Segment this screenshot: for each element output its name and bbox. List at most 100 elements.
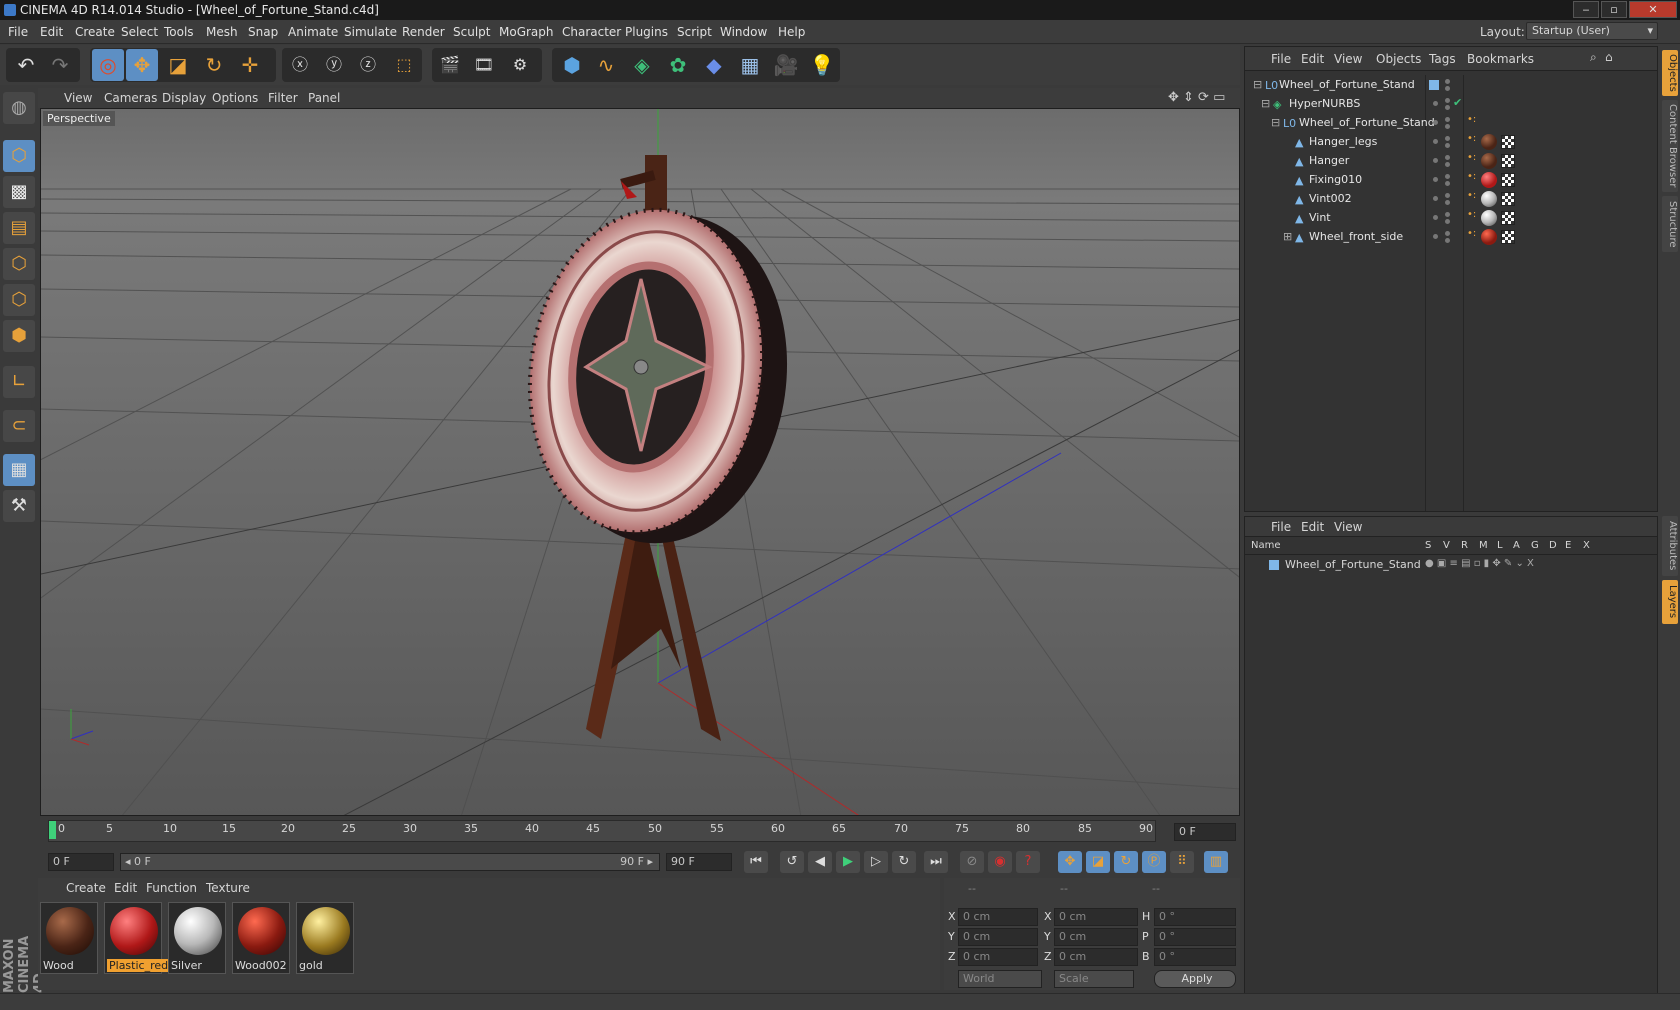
phong-tag-icon[interactable]: •: — [1467, 133, 1476, 144]
axis-mode-icon[interactable]: ∟ — [3, 366, 35, 398]
make-editable-icon[interactable]: ◍ — [3, 92, 35, 124]
object-row[interactable]: ⊞ ▲ Wheel_front_side •: — [1245, 227, 1657, 247]
size-x-field[interactable]: 0 cm — [1054, 908, 1138, 926]
material-swatch[interactable]: gold — [296, 902, 354, 974]
material-menu-create[interactable]: Create — [66, 881, 106, 895]
menu-script[interactable]: Script — [677, 25, 712, 39]
key-rotation-icon[interactable]: ↻ — [1114, 851, 1138, 873]
render-picture-viewer-icon[interactable]: 🎞 — [468, 49, 500, 81]
object-menu-bookmarks[interactable]: Bookmarks — [1467, 52, 1534, 66]
subdivision-icon[interactable]: ◈ — [626, 49, 658, 81]
timeline-window-icon[interactable]: ▥ — [1204, 851, 1228, 873]
rotation-h-field[interactable]: 0 ° — [1154, 908, 1236, 926]
viewport-menu-display[interactable]: Display — [162, 91, 206, 105]
goto-end-icon[interactable]: ⏭ — [924, 851, 948, 873]
live-selection-icon[interactable]: ◎ — [92, 49, 124, 81]
coordinate-system-icon[interactable]: ⬚ — [388, 49, 420, 81]
position-y-field[interactable]: 0 cm — [958, 928, 1038, 946]
uvw-tag-icon[interactable] — [1501, 230, 1515, 244]
layer-flags-icon[interactable]: ● ▣ ≡ ▤ ▫ ▮ ✥ ✎ ⌄ X — [1425, 558, 1534, 569]
layout-select[interactable]: Startup (User) ▾ — [1526, 22, 1658, 40]
apply-button[interactable]: Apply — [1154, 970, 1236, 988]
menu-tools[interactable]: Tools — [164, 25, 194, 39]
menu-simulate[interactable]: Simulate — [344, 25, 397, 39]
keyframe-selection-icon[interactable]: ? — [1016, 851, 1040, 873]
magnet-icon[interactable]: ⊂ — [3, 410, 35, 442]
material-swatch[interactable]: Wood — [40, 902, 98, 974]
tab-layers[interactable]: Layers — [1662, 580, 1678, 624]
uvw-tag-icon[interactable] — [1501, 135, 1515, 149]
key-parameter-icon[interactable]: Ⓟ — [1142, 851, 1166, 873]
material-menu-edit[interactable]: Edit — [114, 881, 137, 895]
workplane-icon[interactable]: ▤ — [3, 212, 35, 244]
camera-icon[interactable]: 🎥 — [770, 49, 802, 81]
layer-color-icon[interactable] — [1429, 80, 1439, 90]
render-settings-icon[interactable]: ⚙ — [504, 49, 536, 81]
material-tag-icon[interactable] — [1481, 153, 1497, 169]
object-row[interactable]: ⊟ L0 Wheel_of_Fortune_Stand •: — [1245, 113, 1657, 133]
model-mode-icon[interactable]: ⬡ — [3, 140, 35, 172]
tab-objects[interactable]: Objects — [1662, 50, 1678, 96]
expand-icon[interactable]: ⊞ — [1283, 230, 1292, 243]
viewport-nav-icon[interactable]: ✥ ⇕ ⟳ ▭ — [1168, 90, 1225, 105]
frame-range-slider[interactable]: ◂ 0 F 90 F ▸ — [120, 853, 660, 871]
snap-settings-icon[interactable]: ⚒ — [3, 490, 35, 522]
viewport-menu-options[interactable]: Options — [212, 91, 258, 105]
object-menu-edit[interactable]: Edit — [1301, 52, 1324, 66]
next-frame-icon[interactable]: ▷ — [864, 851, 888, 873]
maximize-button[interactable]: ▫ — [1601, 1, 1627, 18]
coordinate-space-select[interactable]: World — [958, 970, 1042, 988]
home-icon[interactable]: ⌂ — [1605, 50, 1613, 64]
previous-frame-icon[interactable]: ◀ — [808, 851, 832, 873]
phong-tag-icon[interactable]: •: — [1467, 152, 1476, 163]
autokey-icon[interactable]: ◉ — [988, 851, 1012, 873]
y-axis-lock-icon[interactable]: ⓨ — [318, 49, 350, 81]
object-row[interactable]: ▲ Vint •: — [1245, 208, 1657, 228]
object-row[interactable]: ▲ Hanger_legs •: — [1245, 132, 1657, 152]
material-tag-icon[interactable] — [1481, 172, 1497, 188]
collapse-icon[interactable]: ⊟ — [1261, 97, 1270, 110]
menu-sculpt[interactable]: Sculpt — [453, 25, 490, 39]
object-row[interactable]: ▲ Fixing010 •: — [1245, 170, 1657, 190]
close-button[interactable]: ✕ — [1629, 1, 1677, 18]
material-tag-icon[interactable] — [1481, 229, 1497, 245]
phong-tag-icon[interactable]: •: — [1467, 190, 1476, 201]
size-mode-select[interactable]: Scale — [1054, 970, 1134, 988]
object-row[interactable]: ▲ Hanger •: — [1245, 151, 1657, 171]
viewport-menu-filter[interactable]: Filter — [268, 91, 298, 105]
phong-tag-icon[interactable]: •: — [1467, 228, 1476, 239]
phong-tag-icon[interactable]: •: — [1467, 114, 1476, 125]
menu-snap[interactable]: Snap — [248, 25, 278, 39]
texture-mode-icon[interactable]: ▩ — [3, 176, 35, 208]
uvw-tag-icon[interactable] — [1501, 192, 1515, 206]
layer-menu-file[interactable]: File — [1271, 520, 1291, 534]
menu-file[interactable]: File — [8, 25, 28, 39]
menu-render[interactable]: Render — [402, 25, 445, 39]
timeline-ruler[interactable]: 0 5 10 15 20 25 30 35 40 45 50 55 60 65 … — [40, 818, 1240, 848]
transform-icon[interactable]: ✛ — [234, 49, 266, 81]
object-menu-objects[interactable]: Objects — [1376, 52, 1421, 66]
move-icon[interactable]: ✥ — [126, 49, 158, 81]
position-x-field[interactable]: 0 cm — [958, 908, 1038, 926]
layer-menu-view[interactable]: View — [1334, 520, 1362, 534]
viewport-menu-cameras[interactable]: Cameras — [104, 91, 157, 105]
menu-window[interactable]: Window — [720, 25, 767, 39]
scale-icon[interactable]: ◪ — [162, 49, 194, 81]
phong-tag-icon[interactable]: •: — [1467, 209, 1476, 220]
search-icon[interactable]: ⌕ — [1590, 50, 1597, 65]
object-row[interactable]: ⊟ ◈ HyperNURBS ✔ — [1245, 94, 1657, 114]
layer-row[interactable]: Wheel_of_Fortune_Stand ● ▣ ≡ ▤ ▫ ▮ ✥ ✎ ⌄… — [1245, 557, 1657, 573]
snap-grid-icon[interactable]: ▦ — [3, 454, 35, 486]
menu-help[interactable]: Help — [778, 25, 805, 39]
goto-start-icon[interactable]: ⏮ — [744, 851, 768, 873]
material-menu-function[interactable]: Function — [146, 881, 197, 895]
uvw-tag-icon[interactable] — [1501, 211, 1515, 225]
phong-tag-icon[interactable]: •: — [1467, 171, 1476, 182]
tab-structure[interactable]: Structure — [1662, 196, 1678, 252]
rotate-icon[interactable]: ↻ — [198, 49, 230, 81]
key-position-icon[interactable]: ✥ — [1058, 851, 1082, 873]
uvw-tag-icon[interactable] — [1501, 154, 1515, 168]
play-icon[interactable]: ▶ — [836, 851, 860, 873]
size-z-field[interactable]: 0 cm — [1054, 948, 1138, 966]
menu-mograph[interactable]: MoGraph — [499, 25, 554, 39]
